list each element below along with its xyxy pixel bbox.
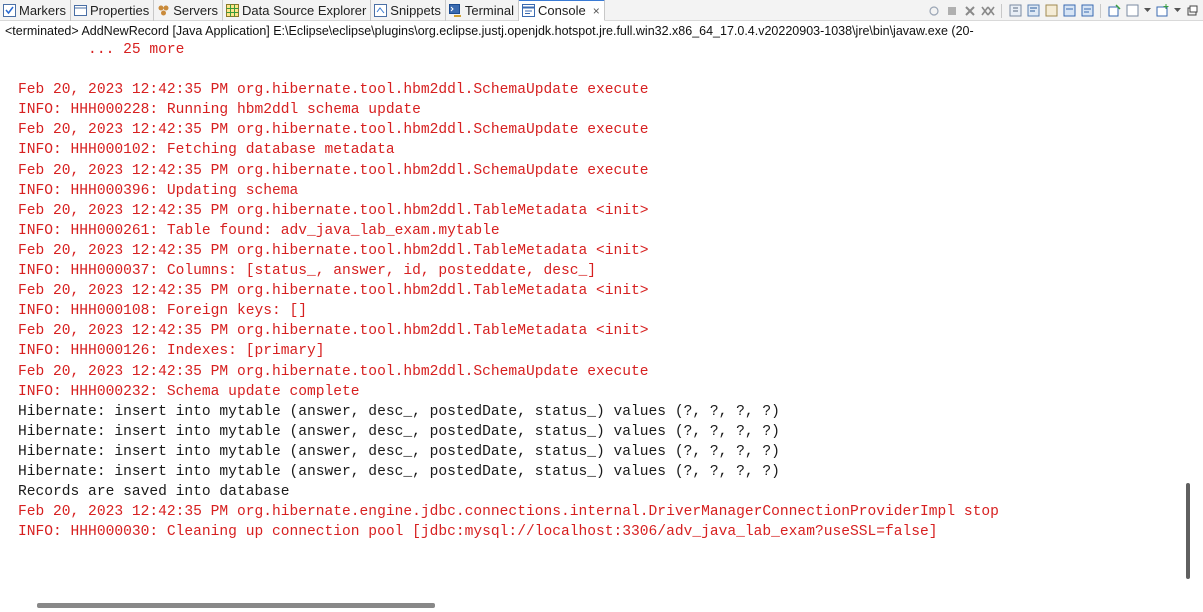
terminate-icon[interactable] — [945, 4, 959, 18]
show-console-on-error-icon[interactable] — [1062, 4, 1076, 18]
dropdown-icon[interactable] — [1143, 4, 1151, 18]
snippets-icon — [374, 3, 388, 17]
properties-icon — [73, 4, 87, 17]
display-selected-console-icon[interactable] — [1107, 4, 1121, 18]
tab-label: Console — [538, 3, 586, 18]
console-line: Hibernate: insert into mytable (answer, … — [18, 423, 780, 440]
close-icon[interactable]: × — [593, 4, 600, 18]
console-line: Feb 20, 2023 12:42:35 PM org.hibernate.t… — [18, 162, 649, 179]
console-line: Hibernate: insert into mytable (answer, … — [18, 443, 780, 460]
console-line: INFO: HHH000030: Cleaning up connection … — [18, 524, 938, 541]
console-icon — [522, 4, 535, 17]
console-status-line: <terminated> AddNewRecord [Java Applicat… — [5, 24, 974, 38]
word-wrap-icon[interactable] — [1026, 4, 1040, 18]
console-line: Feb 20, 2023 12:42:35 PM org.hibernate.e… — [18, 504, 999, 521]
console-line: Feb 20, 2023 12:42:35 PM org.hibernate.t… — [18, 202, 649, 219]
console-toolbar — [927, 2, 1199, 19]
show-console-on-output-icon[interactable] — [1044, 4, 1058, 18]
console-line: INFO: HHH000228: Running hbm2ddl schema … — [18, 102, 421, 119]
vertical-scrollbar-thumb[interactable] — [1186, 483, 1190, 579]
tab-label: Markers — [19, 2, 66, 18]
pin-icon[interactable] — [927, 4, 941, 18]
tab-markers[interactable]: Markers — [0, 0, 71, 21]
console-line: INFO: HHH000037: Columns: [status_, answ… — [18, 263, 597, 280]
console-line: Hibernate: insert into mytable (answer, … — [18, 403, 780, 420]
tab-label: Properties — [89, 2, 150, 18]
console-output[interactable]: ... 25 more Feb 20, 2023 12:42:35 PM org.… — [18, 40, 1178, 596]
remove-launch-icon[interactable] — [963, 4, 977, 18]
view-tab-bar: Markers Properties Servers Data Source Expl… — [0, 0, 1203, 21]
markers-icon — [3, 3, 16, 17]
tab-label: Snippets — [390, 2, 441, 18]
tab-data-source-explorer[interactable]: Data Source Explorer — [223, 0, 372, 21]
data-source-explorer-icon — [226, 3, 239, 17]
servers-icon — [157, 4, 170, 17]
console-line: ... 25 more — [18, 42, 185, 58]
console-line: INFO: HHH000232: Schema update complete — [18, 383, 360, 400]
new-console-icon[interactable] — [1155, 4, 1169, 18]
tab-label: Data Source Explorer — [242, 2, 367, 18]
tab-servers[interactable]: Servers — [154, 0, 223, 21]
console-line: INFO: HHH000126: Indexes: [primary] — [18, 343, 325, 360]
console-line: Feb 20, 2023 12:42:35 PM org.hibernate.t… — [18, 82, 649, 99]
console-line: INFO: HHH000396: Updating schema — [18, 182, 299, 199]
open-console-icon[interactable] — [1125, 4, 1139, 18]
console-line: Feb 20, 2023 12:42:35 PM org.hibernate.t… — [18, 323, 649, 340]
tab-snippets[interactable]: Snippets — [371, 0, 446, 21]
console-line: INFO: HHH000261: Table found: adv_java_l… — [18, 222, 500, 239]
horizontal-scrollbar-thumb[interactable] — [37, 603, 435, 608]
view-menu-icon[interactable] — [1185, 4, 1199, 18]
tab-label: Terminal — [464, 2, 514, 18]
console-line: Feb 20, 2023 12:42:35 PM org.hibernate.t… — [18, 283, 649, 300]
console-line: INFO: HHH000108: Foreign keys: [] — [18, 303, 308, 320]
console-line: Feb 20, 2023 12:42:35 PM org.hibernate.t… — [18, 242, 649, 259]
toolbar-separator — [1100, 3, 1101, 18]
scroll-lock-icon[interactable] — [1008, 4, 1022, 18]
terminal-icon — [448, 3, 462, 17]
console-line: Hibernate: insert into mytable (answer, … — [18, 463, 780, 480]
console-line: Feb 20, 2023 12:42:35 PM org.hibernate.t… — [18, 122, 649, 139]
tab-list: Markers Properties Servers Data Source Expl… — [0, 0, 605, 21]
tab-label: Servers — [173, 2, 218, 18]
console-line: INFO: HHH000102: Fetching database metad… — [18, 142, 395, 159]
dropdown-icon[interactable] — [1173, 4, 1181, 18]
remove-all-terminated-icon[interactable] — [981, 4, 995, 18]
pin-console-icon[interactable] — [1080, 4, 1094, 18]
console-line: Records are saved into database — [18, 484, 290, 501]
tab-console[interactable]: Console × — [519, 0, 605, 21]
toolbar-separator — [1001, 3, 1002, 18]
console-line: Feb 20, 2023 12:42:35 PM org.hibernate.t… — [18, 363, 649, 380]
tab-properties[interactable]: Properties — [71, 0, 155, 21]
tab-terminal[interactable]: Terminal — [446, 0, 519, 21]
